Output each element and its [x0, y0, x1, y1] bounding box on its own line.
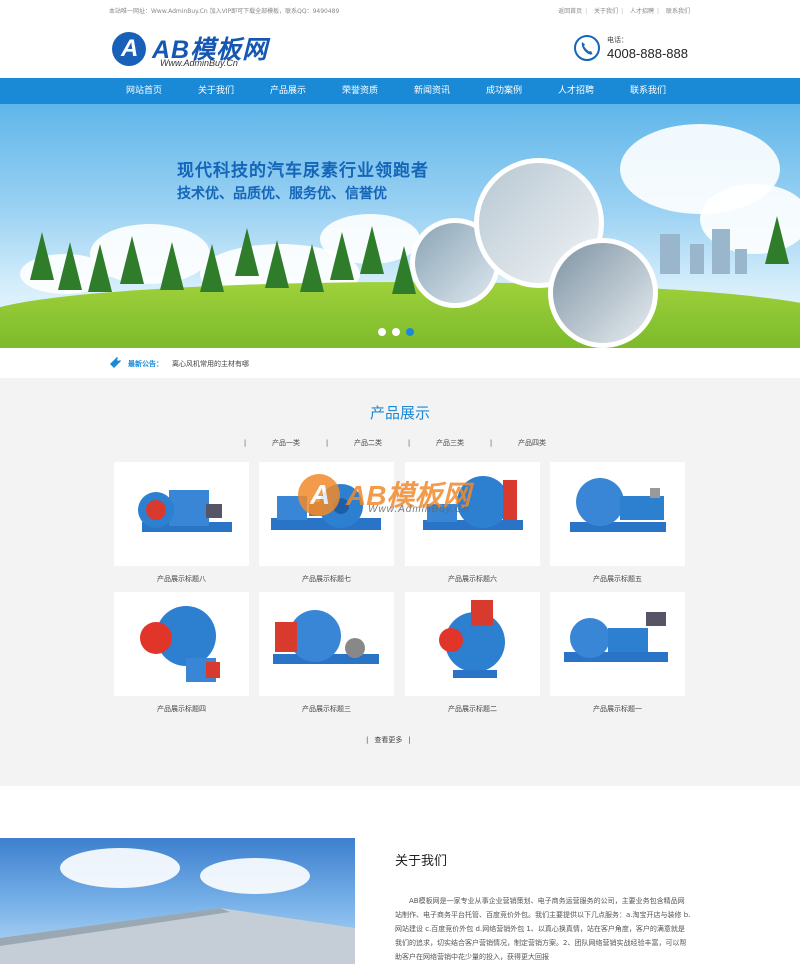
main-nav: 网站首页 关于我们 产品展示 荣誉资质 新闻资讯 成功案例 人才招聘 联系我们 [0, 78, 800, 104]
banner-subline: 技术优、品质优、服务优、信誉优 [177, 186, 387, 202]
logo-subtitle: Www.AdminBuy.Cn [160, 58, 238, 68]
banner-headline: 现代科技的汽车尿素行业领跑者 [177, 161, 429, 181]
logo-mark-icon [112, 32, 146, 66]
product-caption[interactable]: 产品展示标题八 [114, 574, 249, 584]
tab-category-3[interactable]: 产品三类 [420, 438, 480, 448]
header: AB模板网 Www.AdminBuy.Cn 电话： 4008-888-888 [0, 20, 800, 78]
product-caption[interactable]: 产品展示标题五 [550, 574, 685, 584]
top-link-jobs[interactable]: 人才招聘 [630, 8, 654, 15]
nav-item-honors[interactable]: 荣誉资质 [324, 78, 396, 104]
top-link-about[interactable]: 关于我们 [594, 8, 618, 15]
product-caption[interactable]: 产品展示标题七 [259, 574, 394, 584]
phone-contact: 电话： 4008-888-888 [574, 34, 704, 66]
product-card[interactable] [550, 592, 685, 696]
watermark-mark-icon [298, 474, 340, 516]
notice-bar: 最新公告： 离心风机常用的主材有哪 [0, 348, 800, 378]
slider-dot-1[interactable] [378, 328, 386, 336]
product-card[interactable] [405, 592, 540, 696]
product-caption[interactable]: 产品展示标题六 [405, 574, 540, 584]
watermark-logo: AB模板网 Www.AdminBuy.Cn [298, 472, 513, 520]
product-caption[interactable]: 产品展示标题三 [259, 704, 394, 714]
notice-text[interactable]: 离心风机常用的主材有哪 [172, 359, 249, 369]
fan-product-image [273, 610, 379, 664]
product-caption[interactable]: 产品展示标题一 [550, 704, 685, 714]
fan-product-image [570, 478, 666, 532]
welcome-text: 本站唯一网址：Www.AdminBuy.Cn 加入VIP即可下载全部模板，联系Q… [109, 8, 340, 15]
product-tabs: | 产品一类 | 产品二类 | 产品三类 | 产品四类 [234, 438, 562, 450]
top-links: 返回首页 | 关于我们 | 人才招聘 | 联系我们 [558, 8, 690, 15]
phone-icon [574, 35, 600, 61]
top-link-home[interactable]: 返回首页 [558, 8, 582, 15]
nav-item-news[interactable]: 新闻资讯 [396, 78, 468, 104]
products-title: 产品展示 [369, 404, 430, 422]
fan-product-image [140, 606, 220, 682]
about-building-image [0, 838, 355, 964]
watermark-subtitle: Www.AdminBuy.Cn [368, 504, 470, 515]
tab-category-2[interactable]: 产品二类 [338, 438, 398, 448]
banner-equipment-image-3 [548, 238, 658, 348]
nav-item-contact[interactable]: 联系我们 [612, 78, 684, 104]
slider-dot-2[interactable] [392, 328, 400, 336]
site-logo[interactable]: AB模板网 Www.AdminBuy.Cn [112, 30, 272, 70]
tab-category-1[interactable]: 产品一类 [256, 438, 316, 448]
nav-item-products[interactable]: 产品展示 [252, 78, 324, 104]
nav-item-cases[interactable]: 成功案例 [468, 78, 540, 104]
top-bar: 本站唯一网址：Www.AdminBuy.Cn 加入VIP即可下载全部模板，联系Q… [0, 0, 800, 20]
about-title: 关于我们 [395, 854, 448, 869]
view-more-link[interactable]: 查看更多 [374, 736, 402, 744]
top-link-contact[interactable]: 联系我们 [666, 8, 690, 15]
fan-product-image [138, 490, 232, 532]
product-card[interactable] [114, 462, 249, 566]
fan-product-image [439, 600, 505, 678]
phone-number: 4008-888-888 [607, 46, 688, 61]
notice-label: 最新公告： [128, 360, 163, 368]
about-section: 关于我们 AB模板网是一家专业从事企业营销策划、电子商务运营服务的公司，主要业务… [0, 786, 800, 964]
view-more: | 查看更多 | [366, 736, 411, 744]
product-card[interactable] [550, 462, 685, 566]
slider-dot-3[interactable] [406, 328, 414, 336]
product-caption[interactable]: 产品展示标题四 [114, 704, 249, 714]
fan-product-image [564, 612, 668, 662]
about-text: AB模板网是一家专业从事企业营销策划、电子商务运营服务的公司，主要业务包含精品网… [395, 897, 691, 961]
phone-label: 电话： [607, 36, 628, 44]
product-caption[interactable]: 产品展示标题二 [405, 704, 540, 714]
nav-item-about[interactable]: 关于我们 [180, 78, 252, 104]
slider-dots [378, 328, 420, 338]
megaphone-icon [110, 357, 121, 368]
product-card[interactable] [114, 592, 249, 696]
nav-item-jobs[interactable]: 人才招聘 [540, 78, 612, 104]
tab-category-4[interactable]: 产品四类 [502, 438, 562, 448]
products-section: 产品展示 | 产品一类 | 产品二类 | 产品三类 | 产品四类 产品展示标题八 产品展示标题… [0, 378, 800, 786]
nav-item-home[interactable]: 网站首页 [108, 78, 180, 104]
product-card[interactable] [259, 592, 394, 696]
hero-banner[interactable]: 现代科技的汽车尿素行业领跑者 技术优、品质优、服务优、信誉优 [0, 104, 800, 348]
